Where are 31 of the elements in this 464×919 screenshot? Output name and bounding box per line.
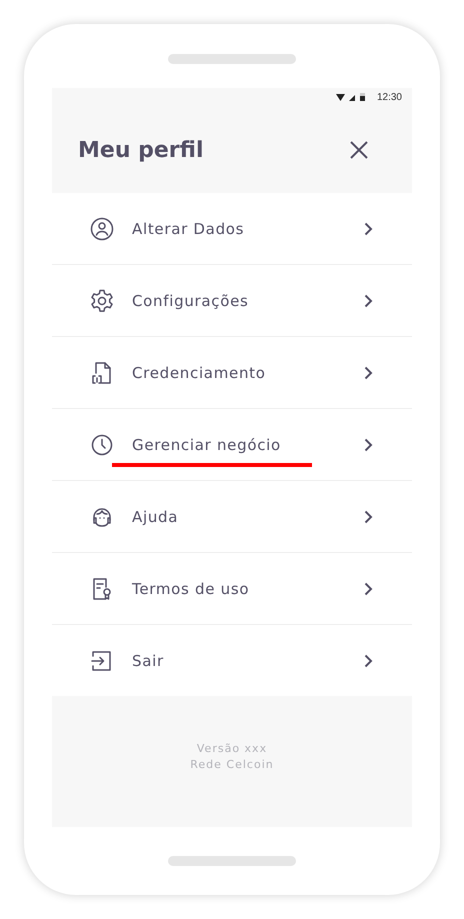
status-time: 12:30 [376,92,402,103]
menu-label: Credenciamento [132,362,266,384]
exit-icon [90,648,114,672]
chevron-right-icon [364,510,373,524]
document-icon [90,360,114,384]
menu-label: Sair [132,650,164,672]
footer-text: Versão xxx [196,742,268,755]
footer-text: Rede Celcoin [190,758,274,771]
menu-label: Alterar Dados [132,218,244,240]
menu-label: Configurações [132,290,249,312]
chevron-right-icon [364,294,373,308]
chevron-right-icon [364,438,373,452]
chevron-right-icon [364,222,373,236]
user-icon [90,216,114,240]
settings-icon [90,288,114,312]
menu-label: Termos de uso [132,578,250,600]
close-icon[interactable] [350,141,368,159]
menu-item[interactable]: Configurações [52,265,412,337]
menu-item[interactable]: Termos de uso [52,553,412,625]
menu-item[interactable]: Gerenciar negócio [52,409,412,481]
chevron-right-icon [364,582,373,596]
menu-label: Gerenciar negócio [132,434,281,456]
chevron-right-icon [364,366,373,380]
menu-item[interactable]: Alterar Dados [52,193,412,265]
clock-icon [90,432,114,456]
menu-item[interactable]: Ajuda [52,481,412,553]
menu-label: Ajuda [132,506,178,528]
chevron-right-icon [364,654,373,668]
menu-item[interactable]: Credenciamento [52,337,412,409]
page-title: Meu perfil [78,138,204,162]
menu-item[interactable]: Sair [52,625,412,696]
